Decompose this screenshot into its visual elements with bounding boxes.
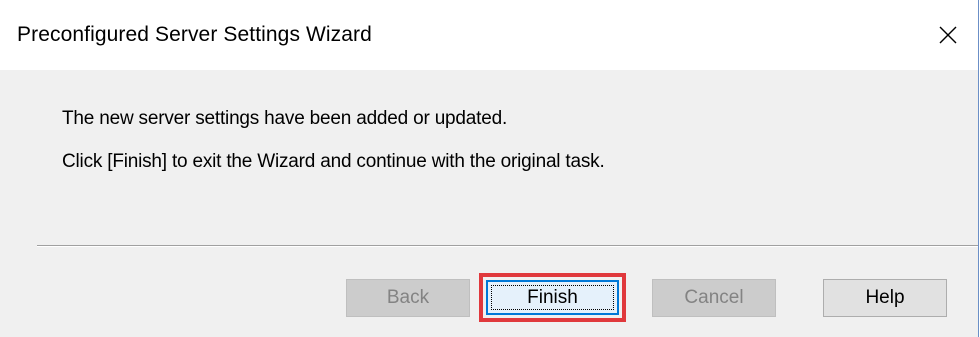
cancel-button[interactable]: Cancel — [652, 279, 776, 317]
finish-button-label: Finish — [527, 286, 578, 308]
instruction-message: Click [Finish] to exit the Wizard and co… — [62, 151, 605, 172]
close-button[interactable] — [918, 0, 978, 70]
title-bar: Preconfigured Server Settings Wizard — [0, 0, 978, 70]
finish-button[interactable]: Finish — [486, 280, 619, 315]
back-button[interactable]: Back — [346, 279, 470, 317]
close-icon — [939, 26, 957, 44]
separator — [37, 245, 978, 247]
help-button[interactable]: Help — [823, 279, 947, 317]
dialog-title: Preconfigured Server Settings Wizard — [17, 23, 372, 46]
status-message: The new server settings have been added … — [62, 108, 508, 129]
wizard-dialog: Preconfigured Server Settings Wizard The… — [0, 0, 979, 337]
